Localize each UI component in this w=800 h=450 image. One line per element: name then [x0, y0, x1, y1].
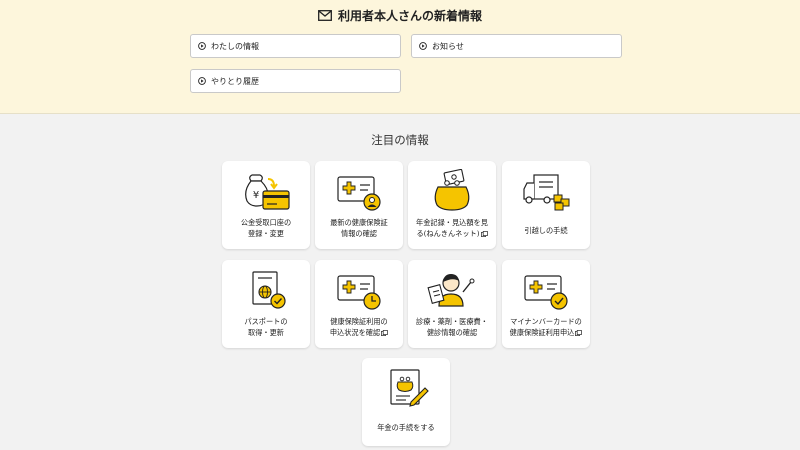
passport-check-icon: [252, 271, 286, 309]
card-public-account[interactable]: ¥ 公金受取口座の 登録・変更: [222, 161, 310, 249]
mail-icon: [318, 10, 332, 21]
featured-section-title: 注目の情報: [371, 133, 429, 147]
my-info-link[interactable]: わたしの情報: [190, 34, 401, 58]
card-label: 年金の手続をする: [377, 423, 435, 432]
health-card-check-icon: [524, 275, 568, 310]
card-label: パスポートの 取得・更新: [244, 317, 288, 337]
card-label: 引越しの手続: [524, 226, 568, 235]
card-label: 診療・薬剤・医療費・ 健診情報の確認: [416, 317, 488, 337]
svg-text:¥: ¥: [253, 190, 259, 201]
history-link-label: やりとり履歴: [211, 76, 259, 86]
new-info-section: 利用者本人さんの新着情報 わたしの情報 お知らせ やりとり履歴: [0, 0, 800, 114]
notices-link[interactable]: お知らせ: [411, 34, 622, 58]
health-card-clock-icon: [337, 275, 381, 310]
card-mynumber-insurance[interactable]: マイナンバーカードの 健康保険証利用申込: [502, 260, 590, 348]
card-latest-insurance[interactable]: 最新の健康保険証 情報の確認: [315, 161, 403, 249]
card-label: 年金記録・見込額を見 る(ねんきんネット): [416, 218, 488, 238]
card-pension-net[interactable]: 年金記録・見込額を見 る(ねんきんネット): [408, 161, 496, 249]
card-pension-procedure[interactable]: 年金の手続をする: [362, 358, 450, 446]
new-info-title-text: 利用者本人さんの新着情報: [337, 9, 482, 23]
card-label: 健康保険証利用の 申込状況を確認: [329, 317, 388, 337]
play-circle-icon: [198, 42, 206, 50]
external-link-icon: [381, 330, 388, 336]
notices-link-label: お知らせ: [432, 41, 464, 51]
play-circle-icon: [198, 77, 206, 85]
coin-purse-money-icon: [434, 169, 470, 211]
doctor-clipboard-icon: [427, 274, 475, 307]
moving-truck-icon: [523, 174, 570, 211]
external-link-icon: [480, 231, 488, 237]
history-link[interactable]: やりとり履歴: [190, 69, 401, 93]
card-insurance-status[interactable]: 健康保険証利用の 申込状況を確認: [315, 260, 403, 348]
card-label: マイナンバーカードの 健康保険証利用申込: [509, 317, 583, 337]
card-label: 最新の健康保険証 情報の確認: [330, 218, 388, 238]
card-passport[interactable]: パスポートの 取得・更新: [222, 260, 310, 348]
new-info-title: 利用者本人さんの新着情報: [0, 7, 800, 24]
external-link-icon: [575, 330, 583, 336]
money-bag-card-icon: ¥: [245, 174, 290, 210]
card-moving[interactable]: 引越しの手続: [502, 161, 590, 249]
pension-form-pen-icon: [390, 369, 429, 407]
health-card-person-icon: [337, 176, 381, 211]
card-label: 公金受取口座の 登録・変更: [240, 218, 292, 238]
play-circle-icon: [419, 42, 427, 50]
my-info-link-label: わたしの情報: [211, 41, 259, 51]
card-medical-info[interactable]: 診療・薬剤・医療費・ 健診情報の確認: [408, 260, 496, 348]
